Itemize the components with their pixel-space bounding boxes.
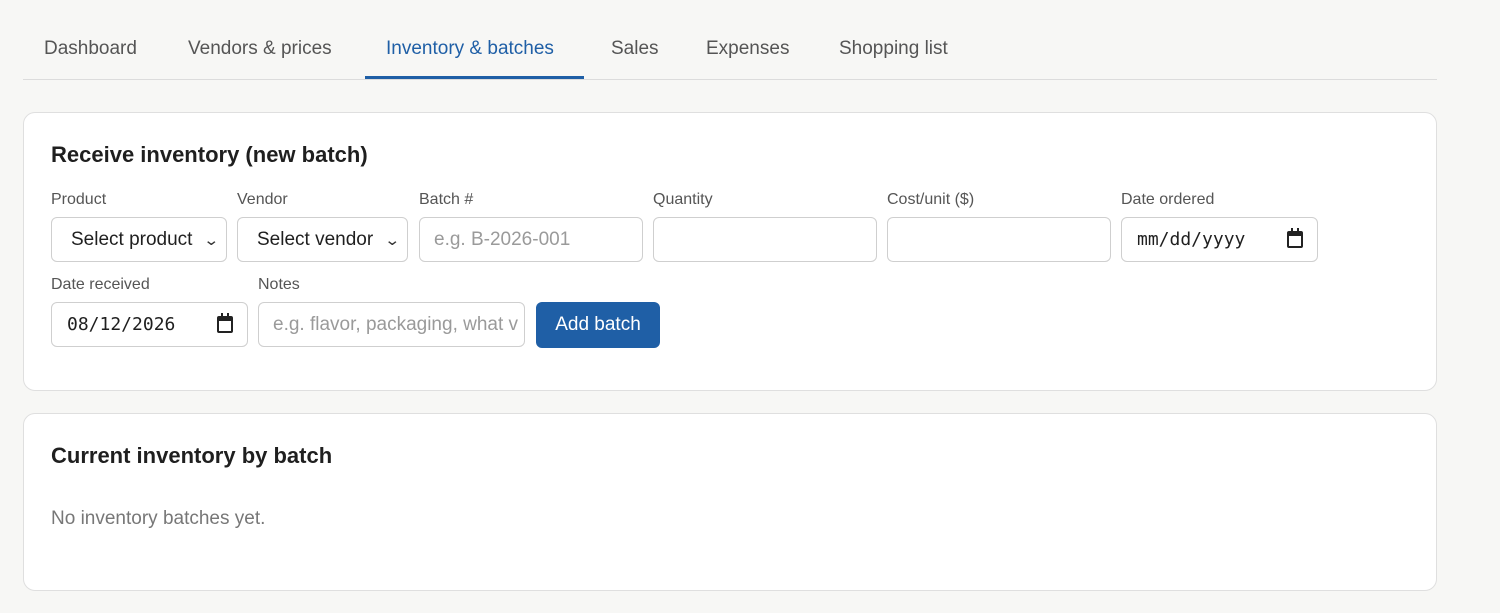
date-received-value: 08/12/2026	[67, 314, 176, 335]
chevron-down-icon: ⌄	[384, 231, 401, 249]
cost-unit-label: Cost/unit ($)	[887, 191, 975, 208]
tab-vendors-prices[interactable]: Vendors & prices	[188, 0, 332, 80]
tab-bar: Dashboard Vendors & prices Inventory & b…	[23, 0, 1437, 80]
vendor-select[interactable]: Select vendor ⌄	[237, 217, 408, 262]
date-ordered-value: mm/dd/yyyy	[1137, 229, 1246, 250]
notes-input[interactable]: e.g. flavor, packaging, what v	[258, 302, 525, 347]
calendar-icon[interactable]	[1287, 228, 1303, 248]
current-inventory-title: Current inventory by batch	[51, 443, 333, 468]
calendar-icon[interactable]	[217, 313, 233, 333]
tab-sales[interactable]: Sales	[611, 0, 659, 80]
add-batch-button[interactable]: Add batch	[536, 302, 660, 348]
empty-inventory-message: No inventory batches yet.	[51, 508, 266, 529]
batch-input[interactable]: e.g. B-2026-001	[419, 217, 643, 262]
cost-unit-input[interactable]	[887, 217, 1111, 262]
tab-dashboard[interactable]: Dashboard	[44, 0, 137, 80]
receive-inventory-card: Receive inventory (new batch) Product Se…	[23, 112, 1437, 391]
date-ordered-label: Date ordered	[1121, 191, 1215, 208]
batch-placeholder: e.g. B-2026-001	[434, 228, 571, 250]
tab-inventory-batches[interactable]: Inventory & batches	[386, 0, 554, 80]
active-tab-indicator	[365, 76, 584, 79]
tab-expenses[interactable]: Expenses	[706, 0, 789, 80]
date-received-input[interactable]: 08/12/2026	[51, 302, 248, 347]
date-received-label: Date received	[51, 276, 150, 293]
product-select[interactable]: Select product ⌄	[51, 217, 227, 262]
notes-placeholder: e.g. flavor, packaging, what v	[273, 313, 519, 335]
quantity-input[interactable]	[653, 217, 877, 262]
chevron-down-icon: ⌄	[203, 231, 220, 249]
notes-label: Notes	[258, 276, 300, 293]
app-root: Dashboard Vendors & prices Inventory & b…	[0, 0, 1500, 613]
tab-shopping-list[interactable]: Shopping list	[839, 0, 948, 80]
receive-inventory-title: Receive inventory (new batch)	[51, 142, 368, 167]
vendor-label: Vendor	[237, 191, 288, 208]
product-label: Product	[51, 191, 107, 208]
batch-label: Batch #	[419, 191, 474, 208]
date-ordered-input[interactable]: mm/dd/yyyy	[1121, 217, 1318, 262]
product-select-value: Select product	[71, 228, 193, 250]
quantity-label: Quantity	[653, 191, 713, 208]
vendor-select-value: Select vendor	[257, 228, 374, 250]
current-inventory-card: Current inventory by batch No inventory …	[23, 413, 1437, 591]
